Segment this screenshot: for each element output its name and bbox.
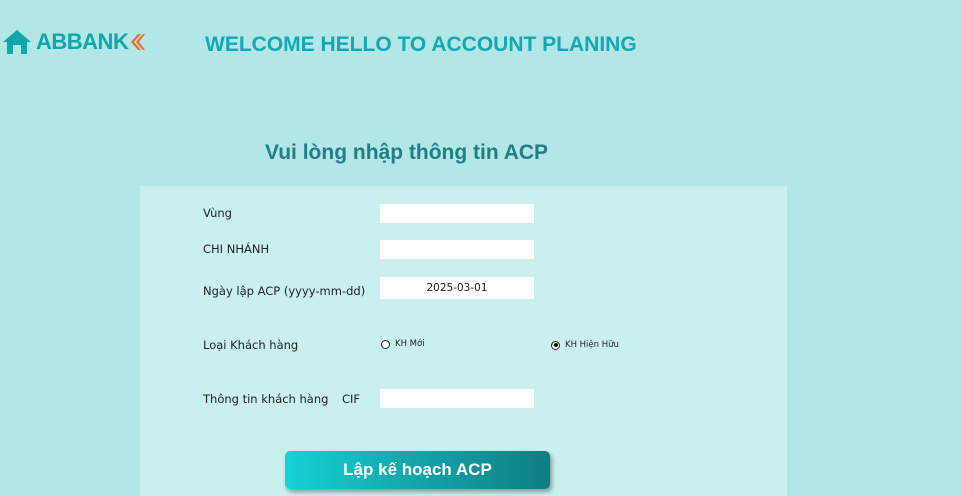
customer-type-label: Loại Khách hàng [203, 338, 299, 352]
branch-input[interactable] [380, 240, 534, 259]
customer-info-label: Thông tin khách hàng [203, 392, 329, 406]
radio-existing-customer-label: KH Hiện Hữu [565, 340, 619, 350]
logo-text: ABBANK [36, 29, 129, 54]
date-label: Ngày lập ACP (yyyy-mm-dd) [203, 284, 366, 298]
header: ABBANK WELCOME HELLO TO ACCOUNT PLANING [0, 0, 961, 90]
cif-label: CIF [342, 392, 361, 406]
date-input[interactable] [380, 277, 534, 299]
branch-label: CHI NHÁNH [203, 242, 270, 256]
house-icon [3, 30, 31, 54]
welcome-title: WELCOME HELLO TO ACCOUNT PLANING [205, 33, 637, 56]
abbank-logo: ABBANK [2, 28, 146, 56]
cif-input[interactable] [380, 389, 534, 408]
radio-new-customer[interactable]: KH Mới [381, 339, 425, 349]
radio-new-customer-circle[interactable] [381, 339, 390, 349]
form-title: Vui lòng nhập thông tin ACP [265, 141, 549, 164]
radio-new-customer-label: KH Mới [395, 339, 425, 349]
radio-existing-customer[interactable]: KH Hiện Hữu [551, 340, 619, 350]
region-input[interactable] [380, 204, 534, 223]
radio-existing-customer-circle[interactable] [551, 340, 560, 350]
region-label: Vùng [203, 206, 232, 220]
create-acp-button[interactable]: Lập kế hoạch ACP [285, 451, 550, 489]
chevron-left-icon [131, 34, 146, 50]
